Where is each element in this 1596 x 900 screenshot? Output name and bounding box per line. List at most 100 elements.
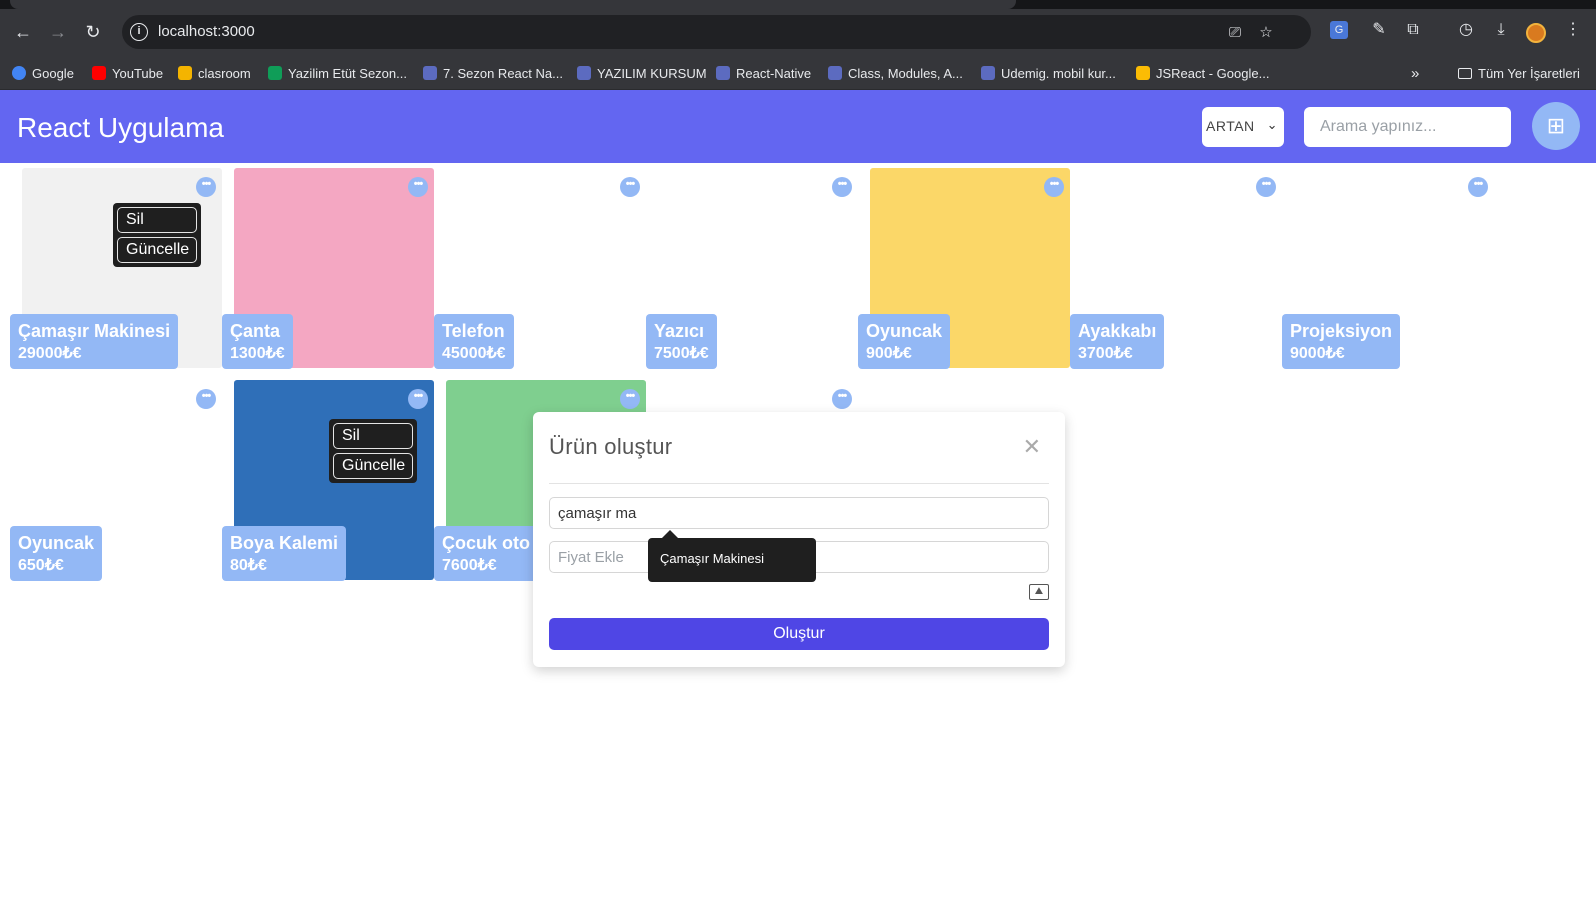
product-caption: Çamaşır Makinesi 29000₺€ <box>10 314 179 369</box>
install-app-icon[interactable]: ⎚ <box>1225 23 1245 43</box>
performance-icon[interactable]: ◷ <box>1455 19 1477 41</box>
site-icon <box>423 66 437 80</box>
extensions-icon[interactable]: ⧉ <box>1402 19 1424 41</box>
address-bar[interactable]: i localhost:3000 ⎚ ☆ <box>122 15 1311 49</box>
more-options-icon[interactable]: ••• <box>832 177 852 197</box>
bookmarks-bar: Google YouTube clasroom Yazilim Etüt Sez… <box>0 55 1596 90</box>
delete-button[interactable]: Sil <box>333 423 413 449</box>
product-price: 7600₺€ <box>442 557 497 574</box>
bookmark-item[interactable]: YouTube <box>92 63 163 83</box>
more-options-icon[interactable]: ••• <box>1468 177 1488 197</box>
update-button[interactable]: Güncelle <box>117 237 197 263</box>
translate-icon[interactable]: G <box>1330 21 1348 39</box>
bookmark-item[interactable]: clasroom <box>178 63 251 83</box>
product-name: Yazıcı <box>654 321 705 341</box>
bookmark-item[interactable]: Udemig. mobil kur... <box>981 63 1116 83</box>
more-options-icon[interactable]: ••• <box>620 177 640 197</box>
product-name: Çanta <box>230 321 281 341</box>
update-button[interactable]: Güncelle <box>333 453 413 479</box>
close-icon[interactable]: ✕ <box>1023 434 1041 460</box>
product-caption: Telefon 45000₺€ <box>434 314 514 369</box>
add-product-button[interactable]: ⊞ <box>1532 102 1580 150</box>
more-options-icon[interactable]: ••• <box>1256 177 1276 197</box>
divider <box>549 483 1049 484</box>
browser-chrome: ← → ↻ i localhost:3000 ⎚ ☆ G ✎ ⧉ ◷ ⤓ ⋮ G… <box>0 0 1596 90</box>
product-card[interactable]: ••• Oyuncak 650₺€ <box>10 380 222 581</box>
bookmark-item[interactable]: 7. Sezon React Na... <box>423 63 563 83</box>
product-name: Çocuk oto <box>442 533 530 553</box>
google-icon <box>12 66 26 80</box>
youtube-icon <box>92 66 106 80</box>
product-name: Projeksiyon <box>1290 321 1393 341</box>
bookmark-item[interactable]: Class, Modules, A... <box>828 63 963 83</box>
browser-toolbar: ← → ↻ i localhost:3000 ⎚ ☆ G ✎ ⧉ ◷ ⤓ ⋮ <box>0 9 1596 55</box>
folder-icon <box>1458 67 1472 79</box>
more-options-icon[interactable]: ••• <box>196 177 216 197</box>
more-options-icon[interactable]: ••• <box>832 389 852 409</box>
product-price: 3700₺€ <box>1078 345 1133 362</box>
product-caption: Oyuncak 650₺€ <box>10 526 103 581</box>
sort-select[interactable]: ARTAN ⌄ <box>1202 107 1284 147</box>
bookmark-item[interactable]: JSReact - Google... <box>1136 63 1269 83</box>
product-card[interactable]: ••• Projeksiyon 9000₺€ <box>1282 168 1494 369</box>
product-price: 80₺€ <box>230 557 267 574</box>
product-card[interactable]: ••• Ayakkabı 3700₺€ <box>1070 168 1282 369</box>
product-name: Oyuncak <box>866 321 943 341</box>
profile-avatar[interactable] <box>1526 23 1546 43</box>
reload-icon[interactable]: ↻ <box>80 19 106 45</box>
bookmarks-overflow-icon[interactable]: » <box>1411 63 1419 83</box>
product-card[interactable]: ••• Oyuncak 900₺€ <box>858 168 1070 369</box>
classroom-icon <box>178 66 192 80</box>
product-caption: Ayakkabı 3700₺€ <box>1070 314 1165 369</box>
product-card[interactable]: ••• Çamaşır Makinesi 29000₺€ <box>10 168 222 369</box>
bookmark-item[interactable]: YAZILIM KURSUM <box>577 63 707 83</box>
search-input[interactable] <box>1304 107 1511 147</box>
card-action-menu: Sil Güncelle <box>329 419 417 483</box>
more-options-icon[interactable]: ••• <box>1044 177 1064 197</box>
bookmark-star-icon[interactable]: ☆ <box>1256 23 1276 43</box>
site-icon <box>577 66 591 80</box>
forward-icon[interactable]: → <box>45 19 71 45</box>
product-name: Telefon <box>442 321 505 341</box>
delete-button[interactable]: Sil <box>117 207 197 233</box>
product-caption: Projeksiyon 9000₺€ <box>1282 314 1401 369</box>
url-text[interactable]: localhost:3000 <box>158 23 255 40</box>
product-price: 7500₺€ <box>654 345 709 362</box>
site-icon <box>828 66 842 80</box>
chevron-down-icon: ⌄ <box>1266 117 1278 132</box>
product-price: 45000₺€ <box>442 345 506 362</box>
card-action-menu: Sil Güncelle <box>113 203 201 267</box>
product-price: 650₺€ <box>18 557 64 574</box>
create-button[interactable]: Oluştur <box>549 618 1049 650</box>
product-name-input[interactable] <box>549 497 1049 529</box>
tab-strip <box>0 0 1596 9</box>
page-title: React Uygulama <box>17 112 224 143</box>
back-icon[interactable]: ← <box>10 19 36 45</box>
product-price: 9000₺€ <box>1290 345 1345 362</box>
product-card[interactable]: ••• Yazıcı 7500₺€ <box>646 168 858 369</box>
download-icon[interactable]: ⤓ <box>1490 19 1512 41</box>
product-caption: Oyuncak 900₺€ <box>858 314 951 369</box>
product-card[interactable]: ••• Telefon 45000₺€ <box>434 168 646 369</box>
bookmark-item[interactable]: React-Native <box>716 63 811 83</box>
menu-kebab-icon[interactable]: ⋮ <box>1562 19 1584 41</box>
more-options-icon[interactable]: ••• <box>620 389 640 409</box>
product-name: Çamaşır Makinesi <box>18 321 171 341</box>
autocomplete-suggestion[interactable]: Çamaşır Makinesi <box>648 530 816 582</box>
eyedropper-icon[interactable]: ✎ <box>1368 19 1390 41</box>
active-tab[interactable] <box>10 0 1016 9</box>
app-header: React Uygulama ARTAN ⌄ ⊞ <box>0 90 1596 163</box>
product-caption: Yazıcı 7500₺€ <box>646 314 717 369</box>
add-chart-icon: ⊞ <box>1546 113 1566 138</box>
product-card[interactable]: ••• Çanta 1300₺€ <box>222 168 434 369</box>
bookmark-item[interactable]: Yazilim Etüt Sezon... <box>268 63 407 83</box>
product-price: 29000₺€ <box>18 345 82 362</box>
more-options-icon[interactable]: ••• <box>196 389 216 409</box>
all-bookmarks-folder[interactable]: Tüm Yer İşaretleri <box>1458 63 1580 83</box>
image-upload-icon[interactable]: ⛰ <box>1029 584 1049 600</box>
more-options-icon[interactable]: ••• <box>408 177 428 197</box>
product-caption: Çocuk oto 7600₺€ <box>434 526 538 581</box>
site-info-icon[interactable]: i <box>130 23 148 41</box>
bookmark-item[interactable]: Google <box>12 63 74 83</box>
more-options-icon[interactable]: ••• <box>408 389 428 409</box>
